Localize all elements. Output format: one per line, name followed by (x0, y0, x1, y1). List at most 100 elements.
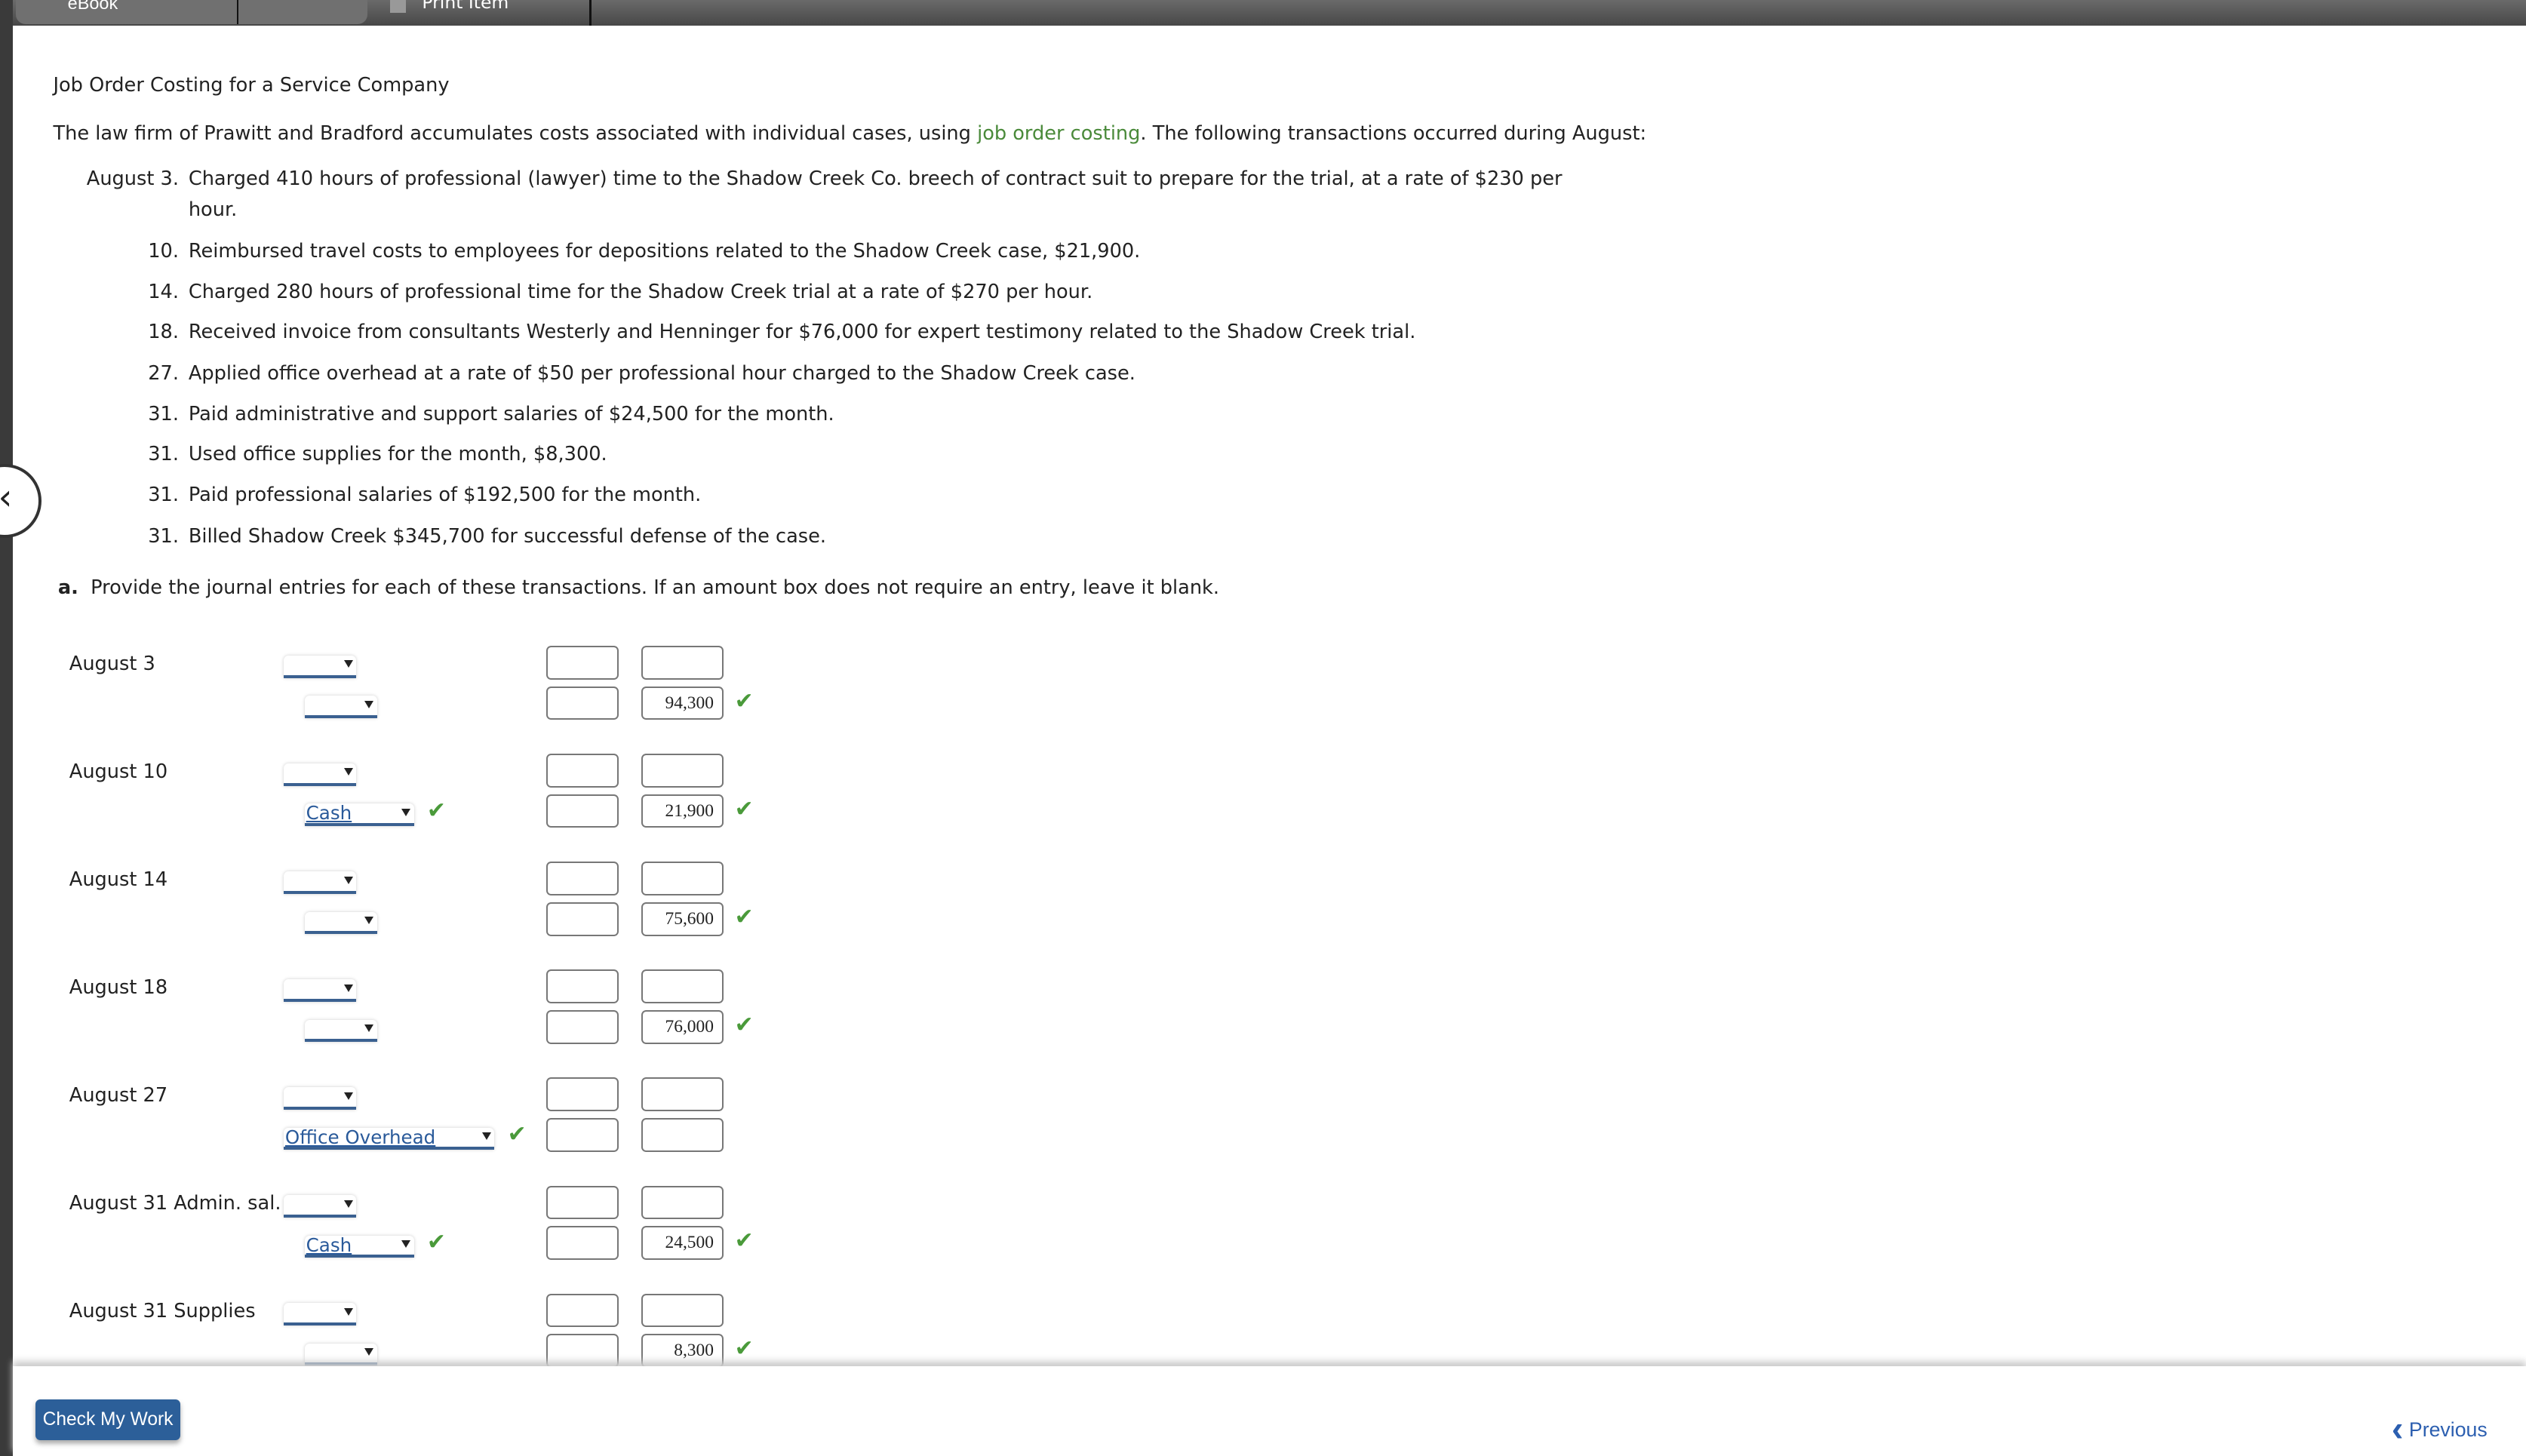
transaction-date: 31. (148, 402, 179, 425)
debit-amount-input[interactable] (545, 1185, 619, 1220)
transaction-date: 31. (148, 443, 179, 466)
transaction-text: Billed Shadow Creek $345,700 for success… (188, 525, 827, 548)
intro-before: The law firm of Prawitt and Bradford acc… (53, 122, 978, 146)
credit-amount-input[interactable] (641, 862, 724, 896)
previous-button[interactable]: ‹ Previous (2391, 1403, 2488, 1449)
credit-amount-input[interactable]: 75,600 (641, 902, 724, 936)
page-title: Job Order Costing for a Service Company (53, 74, 450, 97)
check-icon: ✔ (426, 797, 446, 824)
transaction-date: 27. (148, 362, 179, 386)
credit-account-select[interactable] (304, 694, 377, 718)
chevron-left-icon: ‹ (2391, 1408, 2404, 1449)
check-icon: ✔ (507, 1121, 527, 1148)
debit-amount-input[interactable] (545, 754, 619, 788)
debit-account-select[interactable] (283, 656, 356, 678)
debit-amount-input[interactable] (545, 1009, 619, 1044)
credit-amount-input[interactable] (641, 754, 724, 788)
credit-amount-input[interactable] (641, 1293, 724, 1328)
credit-amount-input[interactable]: 21,900 (641, 794, 724, 828)
transaction-text: Charged 280 hours of professional time f… (188, 280, 1093, 303)
debit-amount-input[interactable] (545, 1225, 619, 1260)
selected-account: Cash (306, 802, 352, 825)
credit-account-select[interactable]: Cash (304, 802, 414, 827)
ebook-tab[interactable]: eBook (16, 0, 367, 25)
dropdown-arrow-icon (364, 1348, 374, 1356)
print-item-button[interactable]: Print Item (422, 0, 509, 13)
credit-amount-input[interactable]: 94,300 (641, 686, 724, 720)
job-order-costing-link[interactable]: job order costing (977, 122, 1140, 145)
debit-amount-input[interactable] (545, 1293, 619, 1328)
instruction: a. Provide the journal entries for each … (58, 576, 1219, 599)
credit-amount-input[interactable]: 76,000 (641, 1009, 724, 1044)
check-icon: ✔ (734, 687, 754, 714)
debit-account-select[interactable] (283, 871, 356, 894)
credit-account-select[interactable]: Cash (304, 1233, 414, 1258)
credit-account-select[interactable] (304, 911, 377, 935)
transaction-text: Applied office overhead at a rate of $50… (188, 362, 1135, 386)
transaction-text: Reimbursed travel costs to employees for… (188, 240, 1141, 263)
dropdown-arrow-icon (401, 808, 411, 816)
debit-amount-input[interactable] (545, 1077, 619, 1112)
entry-date-label: August 18 (69, 975, 168, 999)
debit-account-select[interactable] (283, 1195, 356, 1218)
entry-date-label: August 10 (69, 760, 168, 783)
transaction-date: 10. (148, 240, 179, 263)
transaction-text: Used office supplies for the month, $8,3… (188, 443, 607, 466)
chevron-left-icon: ‹ (0, 477, 12, 518)
credit-amount-input[interactable] (641, 646, 724, 680)
transaction-date: 18. (148, 320, 179, 343)
selected-account (305, 1342, 306, 1364)
dropdown-arrow-icon (401, 1240, 411, 1248)
dropdown-arrow-icon (343, 1092, 353, 1100)
check-icon: ✔ (734, 903, 754, 930)
dropdown-arrow-icon (364, 1024, 374, 1032)
credit-amount-input[interactable] (641, 1077, 724, 1112)
credit-amount-input[interactable] (641, 1185, 724, 1220)
credit-amount-input[interactable]: 24,500 (641, 1225, 724, 1260)
debit-amount-input[interactable] (545, 646, 619, 680)
dropdown-arrow-icon (343, 1307, 353, 1316)
dropdown-arrow-icon (364, 916, 374, 924)
entry-date-label: August 27 (69, 1083, 168, 1107)
selected-account: Cash (306, 1233, 352, 1256)
instruction-text: Provide the journal entries for each of … (91, 576, 1220, 600)
debit-amount-input[interactable] (545, 969, 619, 1004)
debit-account-select[interactable] (283, 1303, 356, 1325)
debit-account-select[interactable] (283, 1087, 356, 1110)
intro-after: . The following transactions occurred du… (1140, 122, 1647, 146)
selected-account (305, 1018, 306, 1040)
debit-amount-input[interactable] (545, 902, 619, 936)
divider (236, 0, 238, 25)
selected-account (305, 694, 306, 716)
debit-amount-input[interactable] (545, 686, 619, 720)
credit-account-select[interactable] (304, 1342, 377, 1366)
entry-date-label: August 31 Supplies (69, 1300, 256, 1323)
check-icon: ✔ (426, 1229, 446, 1256)
debit-amount-input[interactable] (545, 794, 619, 828)
print-icon (389, 0, 407, 14)
check-icon: ✔ (734, 1011, 754, 1038)
debit-amount-input[interactable] (545, 862, 619, 896)
debit-amount-input[interactable] (545, 1117, 619, 1152)
credit-account-select[interactable]: Office Overhead (283, 1127, 495, 1150)
intro-text: The law firm of Prawitt and Bradford acc… (53, 122, 1646, 145)
dropdown-arrow-icon (343, 768, 353, 776)
transaction-text-cont: hour. (188, 198, 238, 221)
transaction-text: Paid administrative and support salaries… (188, 402, 834, 425)
credit-amount-input[interactable]: 8,300 (641, 1333, 724, 1366)
question-content: Job Order Costing for a Service Company … (13, 26, 2526, 1366)
check-my-work-button[interactable]: Check My Work (35, 1399, 181, 1440)
credit-amount-input[interactable] (641, 969, 724, 1004)
ebook-label: eBook (67, 0, 118, 14)
credit-account-select[interactable] (304, 1018, 377, 1043)
debit-account-select[interactable] (283, 763, 356, 786)
left-strip (0, 0, 14, 1456)
debit-amount-input[interactable] (545, 1333, 619, 1366)
transaction-text: Charged 410 hours of professional (lawye… (188, 167, 1563, 191)
entry-date-label: August 3 (69, 652, 155, 675)
debit-account-select[interactable] (283, 979, 356, 1002)
transaction-date: 31. (148, 525, 179, 548)
credit-amount-input[interactable] (641, 1117, 724, 1152)
check-icon: ✔ (734, 1227, 754, 1254)
dropdown-arrow-icon (482, 1132, 492, 1140)
